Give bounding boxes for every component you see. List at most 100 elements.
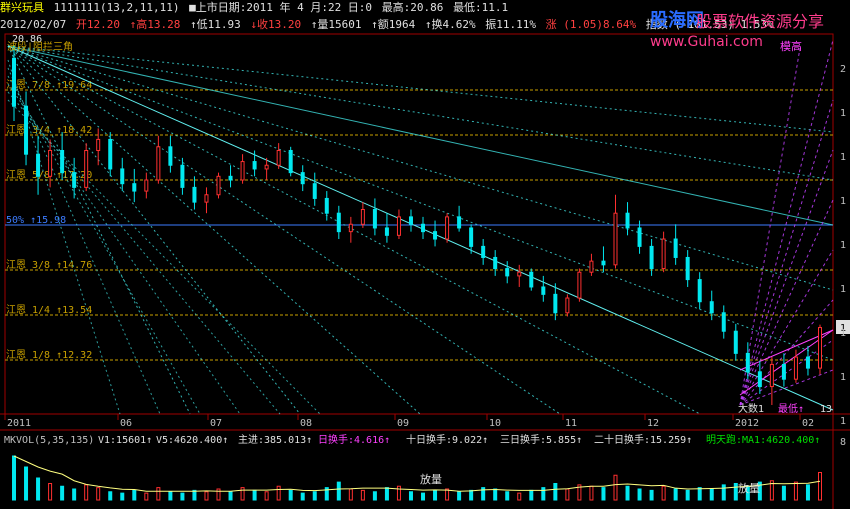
candle-body bbox=[589, 260, 594, 273]
volume-label: 放量 bbox=[420, 472, 442, 486]
volume-bar bbox=[529, 489, 534, 501]
volume-bar bbox=[132, 489, 137, 501]
volume-bar bbox=[240, 487, 245, 501]
candle-body bbox=[757, 371, 762, 388]
volume-bar bbox=[156, 487, 161, 501]
volume-bar bbox=[553, 483, 558, 501]
volume-bar bbox=[36, 477, 41, 501]
volume-header-item: MKVOL(5,35,135) bbox=[4, 435, 94, 446]
volume-bar bbox=[180, 492, 185, 501]
volume-bar bbox=[781, 485, 786, 501]
max-price: 最高:20.86 bbox=[381, 1, 444, 14]
fib-level-label: 江恩 7/8 ↑19.64 bbox=[6, 79, 92, 91]
candle-body bbox=[288, 149, 293, 174]
x-axis-label: 06 bbox=[120, 418, 132, 429]
volume-bar bbox=[120, 492, 125, 501]
candle-body bbox=[793, 356, 798, 380]
x-axis-label: 2011 bbox=[7, 418, 31, 429]
volume-bar bbox=[24, 466, 29, 501]
candle-body bbox=[24, 105, 29, 155]
candle-body bbox=[601, 260, 606, 266]
volume-bar bbox=[144, 492, 149, 501]
candle-body bbox=[300, 172, 305, 185]
candle-body bbox=[84, 149, 89, 188]
candle-body bbox=[264, 164, 269, 170]
volume-bar bbox=[457, 491, 462, 501]
candle-body bbox=[168, 146, 173, 166]
candle-body bbox=[685, 256, 690, 281]
fan-line-magenta bbox=[739, 199, 834, 406]
volume-header-item: V1:15601↑ bbox=[98, 435, 152, 446]
candle-body bbox=[613, 212, 618, 266]
candle-body bbox=[348, 223, 353, 233]
candle-body bbox=[216, 175, 221, 196]
candle-body bbox=[132, 183, 137, 192]
candle-body bbox=[60, 149, 65, 174]
fib-level-label: 江恩 3/8 ↑14.76 bbox=[6, 259, 92, 271]
candle-body bbox=[276, 149, 281, 166]
volume-bar bbox=[589, 485, 594, 501]
candle-body bbox=[48, 149, 53, 177]
volume-bar bbox=[433, 489, 438, 501]
x-axis-label: 08 bbox=[300, 418, 312, 429]
volume-bar bbox=[360, 489, 365, 501]
volume-bar bbox=[613, 474, 618, 501]
volume-bar bbox=[216, 488, 221, 501]
candle-body bbox=[673, 238, 678, 258]
bottom-right-label: 13 bbox=[820, 404, 832, 415]
fan-line bbox=[7, 45, 701, 415]
y-axis-label: 1 bbox=[840, 196, 846, 207]
y-axis-label: 1 bbox=[840, 152, 846, 163]
y-axis-label: 1 bbox=[840, 108, 846, 119]
volume-header-item: 十日换手:9.022↑ bbox=[406, 433, 488, 446]
candle-body bbox=[745, 352, 750, 373]
volume-bar bbox=[505, 491, 510, 501]
candle-body bbox=[529, 271, 534, 288]
bottom-tag: 大数1 bbox=[738, 402, 764, 415]
volume-bar bbox=[673, 488, 678, 501]
candle-body bbox=[565, 297, 570, 314]
watermark-slogan: 股票软件资源分享 bbox=[696, 12, 825, 31]
candle-body bbox=[192, 186, 197, 203]
candle-body bbox=[769, 363, 774, 388]
volume-bar bbox=[697, 487, 702, 501]
volume-bar bbox=[168, 491, 173, 501]
watermark-url: www.Guhai.com bbox=[650, 34, 763, 50]
candle-body bbox=[721, 312, 726, 332]
x-axis-label: 2012 bbox=[735, 418, 759, 429]
x-axis-label: 02 bbox=[802, 418, 814, 429]
volume-bar bbox=[661, 485, 666, 501]
candle-body bbox=[421, 223, 426, 233]
candle-body bbox=[818, 327, 822, 369]
high-price: ↑高13.28 bbox=[129, 18, 181, 31]
volume-bar bbox=[96, 487, 101, 501]
current-date: 2012/02/07 bbox=[0, 18, 67, 31]
volume-bar bbox=[793, 481, 798, 501]
x-axis-label: 10 bbox=[489, 418, 501, 429]
header-row-1: 群兴玩具 1111111(13,2,11,11) ■上市日期:2011 年 4 … bbox=[0, 0, 511, 16]
candle-body bbox=[577, 271, 582, 299]
volume-bar bbox=[108, 491, 113, 501]
volume-bar bbox=[276, 485, 281, 501]
stock-chart-canvas[interactable]: 江恩 7/8 ↑19.64江恩 3/4 ↑18.42江恩 5/8 ↑17.205… bbox=[0, 0, 850, 509]
candle-body bbox=[120, 168, 125, 185]
volume-bar bbox=[625, 485, 630, 501]
candle-body bbox=[625, 212, 630, 229]
fan-line bbox=[7, 45, 834, 181]
y-axis-label: 1 bbox=[840, 372, 846, 383]
volume-ma-line bbox=[13, 455, 821, 492]
fib-level-label: 江恩 1/4 ↑13.54 bbox=[6, 304, 92, 316]
candle-body bbox=[469, 227, 474, 247]
volume-bar bbox=[348, 488, 353, 501]
volume-bar bbox=[469, 489, 474, 501]
candle-body bbox=[72, 172, 77, 188]
volume-bar bbox=[408, 491, 413, 501]
volume-bar bbox=[48, 483, 53, 501]
candle-body bbox=[336, 212, 341, 233]
volume-header-item: 二十日换手:15.259↑ bbox=[594, 433, 692, 446]
y-axis-label: 2 bbox=[840, 64, 846, 75]
y-axis-label: 1 bbox=[840, 328, 846, 339]
candle-body bbox=[637, 227, 642, 247]
fan-line bbox=[7, 67, 161, 415]
volume-bar bbox=[228, 491, 233, 501]
